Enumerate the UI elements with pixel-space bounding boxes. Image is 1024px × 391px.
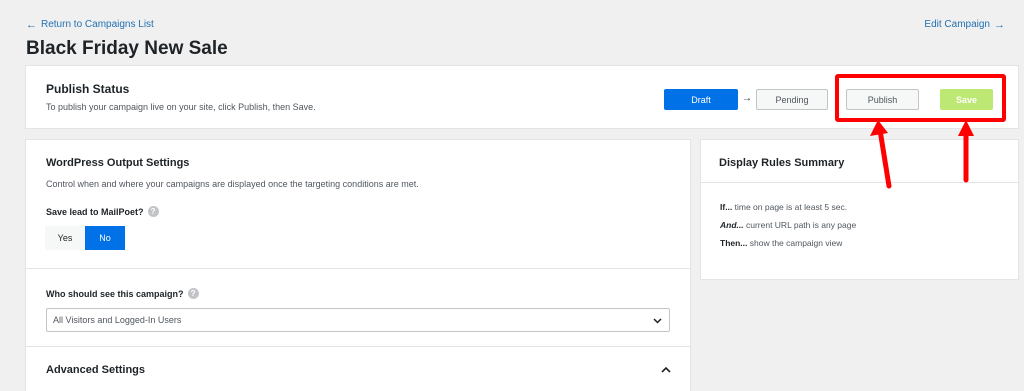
output-settings-card: WordPress Output Settings Control when a… xyxy=(26,140,690,391)
return-link-label: Return to Campaigns List xyxy=(41,19,154,30)
chevron-down-icon xyxy=(653,318,662,324)
output-settings-description: Control when and where your campaigns ar… xyxy=(46,179,419,189)
section-divider xyxy=(26,268,690,269)
rule-text: show the campaign view xyxy=(747,238,843,248)
help-icon[interactable]: ? xyxy=(187,288,199,299)
rule-line: If... time on page is at least 5 sec. xyxy=(720,202,847,212)
annotation-arrow-save xyxy=(958,120,974,183)
save-lead-label: Save lead to MailPoet? xyxy=(46,206,144,217)
audience-label-row: Who should see this campaign? ? xyxy=(46,288,199,299)
toggle-yes-button[interactable]: Yes xyxy=(45,226,85,250)
rule-text: current URL path is any page xyxy=(743,220,857,230)
save-lead-label-row: Save lead to MailPoet? ? xyxy=(46,206,159,217)
publish-status-title: Publish Status xyxy=(46,82,130,96)
help-icon[interactable]: ? xyxy=(147,206,159,217)
rule-line: Then... show the campaign view xyxy=(720,238,842,248)
edit-link-label: Edit Campaign xyxy=(924,19,990,30)
rule-prefix: If... xyxy=(720,202,733,212)
rule-text: time on page is at least 5 sec. xyxy=(732,202,848,212)
advanced-settings-title: Advanced Settings xyxy=(46,364,146,376)
draft-button[interactable]: Draft xyxy=(664,89,738,110)
display-rules-title: Display Rules Summary xyxy=(719,157,845,169)
arrow-right-icon: → xyxy=(994,18,1005,31)
toggle-no-button[interactable]: No xyxy=(85,226,125,250)
arrow-left-icon: ← xyxy=(26,18,37,31)
publish-status-description: To publish your campaign live on your si… xyxy=(46,102,316,112)
audience-label: Who should see this campaign? xyxy=(46,288,184,299)
audience-select[interactable]: All Visitors and Logged-In Users xyxy=(46,308,670,332)
audience-select-value: All Visitors and Logged-In Users xyxy=(53,315,182,325)
step-arrow-icon: → xyxy=(742,93,752,104)
rule-prefix: And... xyxy=(720,220,744,230)
return-to-campaigns-link[interactable]: ← Return to Campaigns List xyxy=(26,19,154,30)
rule-line: And... current URL path is any page xyxy=(720,220,856,230)
output-settings-title: WordPress Output Settings xyxy=(46,157,190,169)
pending-button[interactable]: Pending xyxy=(756,89,828,110)
chevron-up-icon[interactable] xyxy=(660,364,672,376)
edit-campaign-link[interactable]: Edit Campaign → xyxy=(924,19,1005,30)
rule-prefix: Then... xyxy=(720,238,748,248)
annotation-arrow-publish xyxy=(870,120,892,189)
section-divider xyxy=(26,346,690,347)
save-lead-toggle: Yes No xyxy=(45,226,125,250)
page-title: Black Friday New Sale xyxy=(26,38,228,59)
